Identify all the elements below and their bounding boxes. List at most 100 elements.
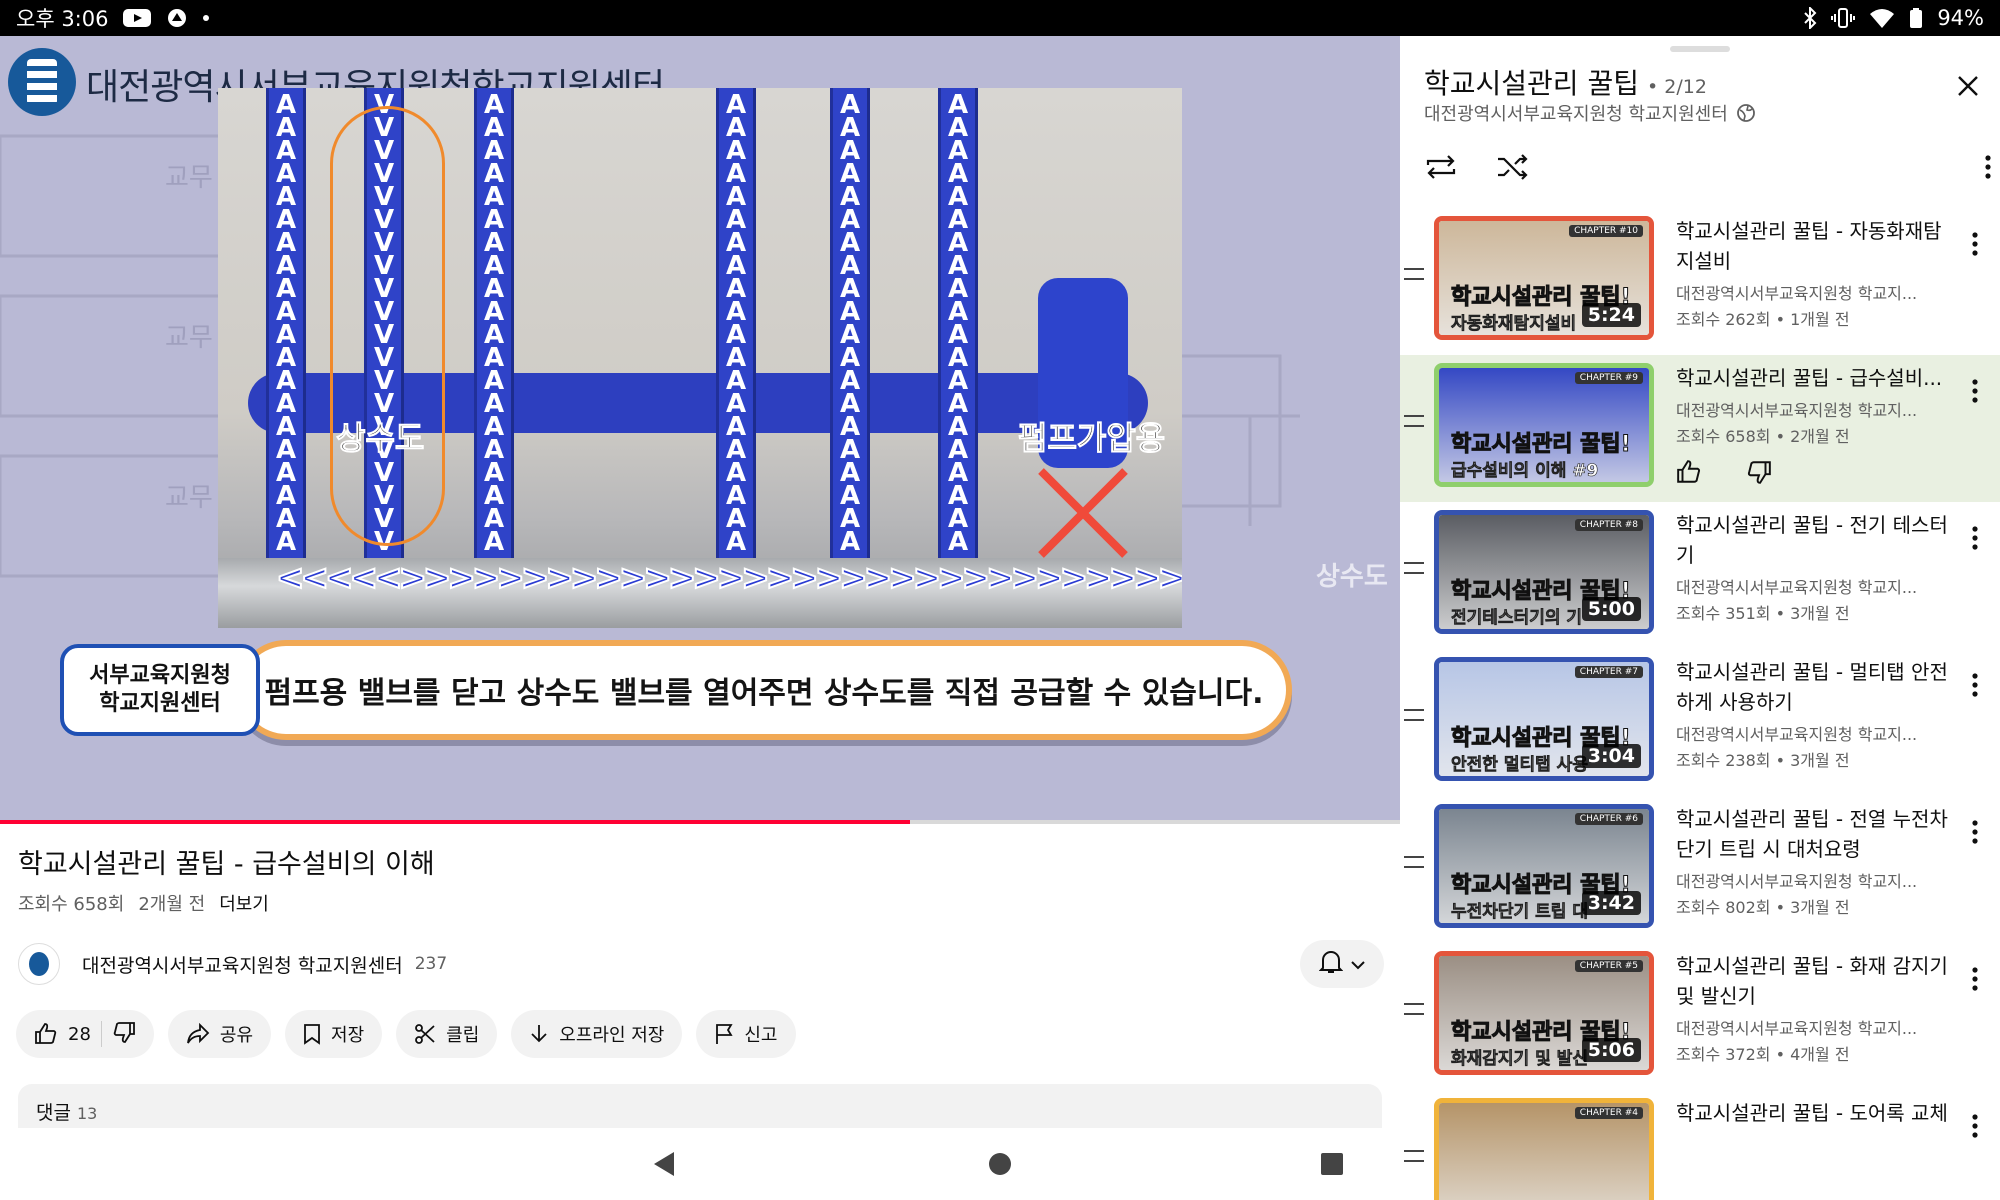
comments-section[interactable]: 댓글 13 [18, 1084, 1382, 1134]
back-button[interactable] [634, 1134, 694, 1194]
pipe-up-1: A A A A A A A A A A A A A A A A A A A A [266, 88, 306, 558]
panel-drag-handle[interactable] [1670, 46, 1730, 52]
thumbnail-subtitle: 자동화재탐지설비 [1451, 314, 1577, 335]
report-label: 신고 [744, 1025, 778, 1046]
like-dislike-pill: 28 [16, 1010, 154, 1058]
playlist-item[interactable]: CHAPTER #10 학교시설관리 꿀팁! 자동화재탐지설비 5:24 학교시설관리 … [1400, 208, 2000, 355]
item-menu-button[interactable] [1960, 224, 1990, 264]
recents-button[interactable] [1302, 1134, 1362, 1194]
reorder-handle-icon[interactable] [1404, 709, 1424, 721]
side-label-water: 상수도 [1316, 562, 1388, 592]
item-dislike-button[interactable] [1746, 459, 1772, 489]
playlist-item[interactable]: CHAPTER #6 학교시설관리 꿀팁! 누전차단기 트립 대 3:42 학교시설관리… [1400, 796, 2000, 943]
thumb-up-icon [35, 1023, 57, 1044]
channel-name[interactable]: 대전광역시서부교육지원청 학교지원센터 [82, 951, 403, 978]
share-button[interactable]: 공유 [167, 1010, 272, 1058]
playlist-position-value: 2/12 [1664, 76, 1707, 98]
reorder-handle-icon[interactable] [1404, 562, 1424, 574]
share-label: 공유 [219, 1025, 254, 1046]
playlist-owner-row[interactable]: 대전광역시서부교육지원청 학교지원센터 [1424, 100, 1756, 126]
comments-label: 댓글 [36, 1102, 71, 1124]
video-thumbnail[interactable]: CHAPTER #7 학교시설관리 꿀팁! 안전한 멀티탭 사용 3:04 [1434, 657, 1654, 781]
clip-button[interactable]: 클립 [396, 1010, 498, 1058]
video-info[interactable]: 학교시설관리 꿀팁 - 도어록 교체 [1676, 1098, 1956, 1128]
playlist-controls [1424, 144, 1991, 194]
item-menu-button[interactable] [1960, 959, 1990, 999]
item-menu-button[interactable] [1960, 1106, 1990, 1146]
like-count: 28 [68, 1023, 91, 1045]
thumbnail-chapter: CHAPTER #10 [1569, 225, 1643, 237]
item-menu-button[interactable] [1960, 371, 1990, 411]
item-menu-button[interactable] [1960, 665, 1990, 705]
video-duration: 5:24 [1581, 303, 1641, 327]
video-thumbnail[interactable]: CHAPTER #6 학교시설관리 꿀팁! 누전차단기 트립 대 3:42 [1434, 804, 1654, 928]
item-like-button[interactable] [1676, 459, 1702, 489]
more-vert-icon [1972, 967, 1978, 991]
more-vert-icon [1972, 232, 1978, 256]
thumb-down-icon [113, 1021, 135, 1043]
video-meta[interactable]: 조회수 658회 2개월 전 더보기 [18, 890, 269, 916]
reorder-handle-icon[interactable] [1404, 268, 1424, 280]
loop-button[interactable] [1424, 153, 1458, 185]
playlist-item[interactable]: CHAPTER #8 학교시설관리 꿀팁! 전기테스터기의 기 5:00 학교시설관리 … [1400, 502, 2000, 649]
playlist-item[interactable]: CHAPTER #4 학교시설관리 꿀팁 - 도어록 교체 [1400, 1090, 2000, 1200]
playlist-item-channel: 대전광역시서부교육지원청 학교지... [1676, 578, 1918, 597]
action-bar: 28 공유 저장 클립 오프라인 저장 신고 [16, 1010, 796, 1058]
bookmark-icon [304, 1024, 320, 1045]
video-thumbnail[interactable]: CHAPTER #10 학교시설관리 꿀팁! 자동화재탐지설비 5:24 [1434, 216, 1654, 340]
playlist-title-row: 학교시설관리 꿀팁 • 2/12 [1424, 62, 1707, 102]
pipe-photo: A A A A A A A A A A A A A A A A A A A A … [218, 88, 1182, 628]
more-vert-icon [1972, 820, 1978, 844]
home-button[interactable] [970, 1134, 1030, 1194]
video-info[interactable]: 학교시설관리 꿀팁 - 멀티탭 안전하게 사용하기 대전광역시서부교육지원청 학교… [1676, 657, 1956, 771]
save-button[interactable]: 저장 [285, 1010, 383, 1058]
download-button[interactable]: 오프라인 저장 [511, 1010, 683, 1058]
video-info[interactable]: 학교시설관리 꿀팁 - 화재 감지기 및 발신기 대전광역시서부교육지원청 학교지… [1676, 951, 1956, 1065]
playlist-item[interactable]: CHAPTER #9 학교시설관리 꿀팁! 급수설비의 이해 #9 학교시설관리 꿀팁… [1400, 355, 2000, 502]
thumbnail-headline: 학교시설관리 꿀팁! [1451, 432, 1632, 458]
channel-avatar[interactable] [18, 943, 60, 985]
reorder-handle-icon[interactable] [1404, 856, 1424, 868]
playlist-menu-button[interactable] [1984, 154, 1992, 184]
dislike-button[interactable] [112, 1020, 136, 1049]
pipe-up-5: A A A A A A A A A A A A A A A A A A A A [938, 88, 978, 558]
channel-row[interactable]: 대전광역시서부교육지원청 학교지원센터 237 [18, 938, 1384, 990]
video-player[interactable]: 교무 교무 교무 대전광역시서부교육지원청학교지원센터 A A A A A A … [0, 36, 1400, 822]
playlist-item-meta: 조회수 802회 • 3개월 전 [1676, 898, 1850, 917]
progress-bar[interactable] [0, 820, 1400, 824]
playlist-item[interactable]: CHAPTER #7 학교시설관리 꿀팁! 안전한 멀티탭 사용 3:04 학교시설관리… [1400, 649, 2000, 796]
thumbnail-chapter: CHAPTER #4 [1574, 1107, 1643, 1119]
video-thumbnail[interactable]: CHAPTER #9 학교시설관리 꿀팁! 급수설비의 이해 #9 [1434, 363, 1654, 487]
playlist-item-meta: 조회수 262회 • 1개월 전 [1676, 310, 1850, 329]
item-menu-button[interactable] [1960, 518, 1990, 558]
reorder-handle-icon[interactable] [1404, 1003, 1424, 1015]
globe-icon [1736, 104, 1755, 122]
video-info[interactable]: 학교시설관리 꿀팁 - 급수설비... 대전광역시서부교육지원청 학교지... 조회… [1676, 363, 1956, 447]
video-thumbnail[interactable]: CHAPTER #4 [1434, 1098, 1654, 1200]
thumbnail-chapter: CHAPTER #6 [1574, 813, 1643, 825]
playlist-item-title: 학교시설관리 꿀팁 - 자동화재탐지설비 [1676, 219, 1942, 273]
playlist-items: CHAPTER #10 학교시설관리 꿀팁! 자동화재탐지설비 5:24 학교시설관리 … [1400, 208, 2000, 1200]
pipe-up-2: A A A A A A A A A A A A A A A A A A A A [474, 88, 514, 558]
close-playlist-button[interactable] [1948, 66, 1988, 106]
video-thumbnail[interactable]: CHAPTER #8 학교시설관리 꿀팁! 전기테스터기의 기 5:00 [1434, 510, 1654, 634]
video-thumbnail[interactable]: CHAPTER #5 학교시설관리 꿀팁! 화재감지기 및 발신 5:06 [1434, 951, 1654, 1075]
reorder-handle-icon[interactable] [1404, 1150, 1424, 1162]
playlist-item[interactable]: CHAPTER #5 학교시설관리 꿀팁! 화재감지기 및 발신 5:06 학교시설관리… [1400, 943, 2000, 1090]
more-link[interactable]: 더보기 [219, 890, 269, 916]
org-logo [8, 48, 76, 116]
video-info[interactable]: 학교시설관리 꿀팁 - 전기 테스터기 대전광역시서부교육지원청 학교지... 조회… [1676, 510, 1956, 624]
youtube-notification-icon [122, 7, 152, 29]
reorder-handle-icon[interactable] [1404, 415, 1424, 427]
thumbnail-subtitle: 전기테스터기의 기 [1451, 608, 1583, 629]
video-info[interactable]: 학교시설관리 꿀팁 - 자동화재탐지설비 대전광역시서부교육지원청 학교지... 조… [1676, 216, 1956, 330]
video-title[interactable]: 학교시설관리 꿀팁 - 급수설비의 이해 [18, 842, 435, 881]
report-button[interactable]: 신고 [696, 1010, 796, 1058]
shuffle-button[interactable] [1496, 153, 1530, 185]
thumbnail-subtitle: 안전한 멀티탭 사용 [1451, 755, 1589, 776]
like-button[interactable]: 28 [34, 1022, 91, 1046]
item-menu-button[interactable] [1960, 812, 1990, 852]
thumbnail-subtitle: 누전차단기 트립 대 [1451, 902, 1589, 923]
video-info[interactable]: 학교시설관리 꿀팁 - 전열 누전차단기 트립 시 대처요령 대전광역시서부교육지… [1676, 804, 1956, 918]
notification-bell-button[interactable] [1300, 940, 1384, 988]
